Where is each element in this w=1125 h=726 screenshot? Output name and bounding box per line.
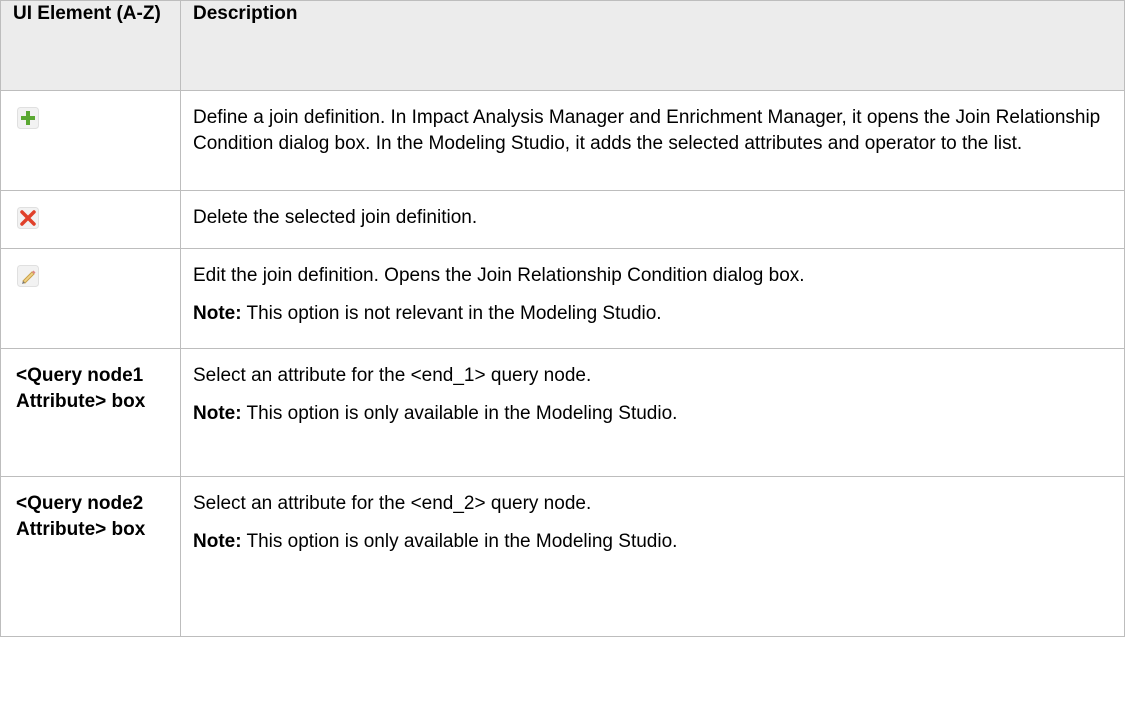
description-text: Select an attribute for the <end_1> quer… (193, 365, 592, 386)
ui-element-cell (0, 248, 181, 349)
note-text: This option is only available in the Mod… (241, 531, 678, 552)
description-cell: Delete the selected join definition. (180, 190, 1125, 249)
description-cell: Define a join definition. In Impact Anal… (180, 90, 1125, 191)
edit-icon (17, 265, 39, 287)
table-row: Delete the selected join definition. (0, 190, 1125, 249)
description-text: Delete the selected join definition. (193, 207, 478, 228)
table-row: Define a join definition. In Impact Anal… (0, 90, 1125, 191)
description-text: Define a join definition. In Impact Anal… (193, 107, 1101, 154)
table-row: <Query node2 Attribute> box Select an at… (0, 476, 1125, 637)
description-cell: Select an attribute for the <end_2> quer… (180, 476, 1125, 637)
description-cell: Edit the join definition. Opens the Join… (180, 248, 1125, 349)
table-row: Edit the join definition. Opens the Join… (0, 248, 1125, 349)
header-ui-element: UI Element (A-Z) (0, 0, 181, 91)
description-text: Edit the join definition. Opens the Join… (193, 265, 805, 286)
delete-icon (17, 207, 39, 229)
ui-elements-table: UI Element (A-Z) Description Define a jo… (0, 0, 1125, 637)
note-label: Note: (193, 531, 242, 552)
ui-element-cell (0, 190, 181, 249)
ui-element-name: <Query node1 Attribute> box (16, 365, 146, 412)
add-icon (17, 107, 39, 129)
note-text: This option is only available in the Mod… (241, 403, 678, 424)
note-paragraph: Note: This option is only available in t… (193, 401, 1112, 427)
table-header-row: UI Element (A-Z) Description (0, 0, 1125, 91)
ui-element-cell (0, 90, 181, 191)
note-label: Note: (193, 303, 242, 324)
description-cell: Select an attribute for the <end_1> quer… (180, 348, 1125, 477)
table-row: <Query node1 Attribute> box Select an at… (0, 348, 1125, 477)
ui-element-cell: <Query node1 Attribute> box (0, 348, 181, 477)
ui-element-cell: <Query node2 Attribute> box (0, 476, 181, 637)
description-text: Select an attribute for the <end_2> quer… (193, 493, 592, 514)
header-description: Description (180, 0, 1125, 91)
note-text: This option is not relevant in the Model… (241, 303, 662, 324)
ui-element-name: <Query node2 Attribute> box (16, 493, 146, 540)
note-paragraph: Note: This option is only available in t… (193, 529, 1112, 555)
note-paragraph: Note: This option is not relevant in the… (193, 301, 1112, 327)
note-label: Note: (193, 403, 242, 424)
